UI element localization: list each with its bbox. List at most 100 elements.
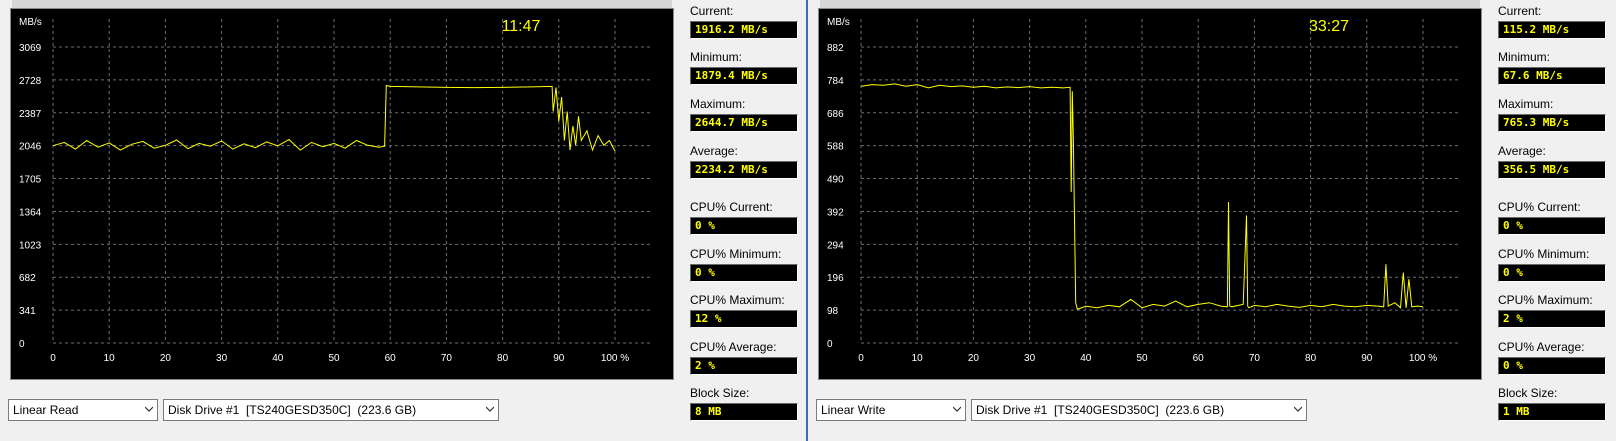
x-tick-label: 60 — [1193, 353, 1205, 364]
stat-value: 0 % — [690, 217, 798, 235]
drive-select[interactable]: Disk Drive #1 [TS240GESD350C] (223.6 GB) — [163, 399, 499, 421]
write-graph: 882 784 686 588 490 392 294 196 98 0 0 10 20 30 40 50 60… — [818, 8, 1482, 380]
stat-label: Block Size: — [690, 386, 750, 400]
elapsed-time: 11:47 — [502, 18, 541, 35]
stat-label: Maximum: — [690, 97, 746, 111]
stat-label: Minimum: — [690, 50, 743, 64]
y-tick-label: 294 — [827, 240, 844, 251]
stat-label: Block Size: — [1498, 386, 1558, 400]
drive-value: Disk Drive #1 [TS240GESD350C] (223.6 GB) — [168, 403, 417, 417]
x-tick-label: 80 — [1305, 353, 1317, 364]
x-tick-label: 50 — [328, 353, 340, 364]
y-tick-label: 2046 — [19, 142, 42, 153]
stat-label: Current: — [690, 4, 734, 18]
y-tick-label: 588 — [827, 142, 844, 153]
y-tick-label: 1705 — [19, 175, 42, 186]
x-tick-label: 10 — [912, 353, 924, 364]
test-mode-select[interactable]: Linear Read — [8, 399, 158, 421]
y-tick-label: 682 — [19, 273, 36, 284]
stat-value: 356.5 MB/s — [1498, 161, 1606, 179]
drive-value: Disk Drive #1 [TS240GESD350C] (223.6 GB) — [976, 403, 1225, 417]
chevron-down-icon — [145, 406, 153, 412]
y-tick-label: 490 — [827, 175, 844, 186]
read-panel: 3069 2728 2387 2046 1705 1364 1023 682 341 0 0 10 20… — [0, 0, 808, 441]
y-tick-label: 3069 — [19, 43, 42, 54]
y-tick-label: 1364 — [19, 207, 42, 218]
stat-label: CPU% Average: — [690, 340, 777, 354]
x-tick-label: 70 — [441, 353, 453, 364]
read-graph: 3069 2728 2387 2046 1705 1364 1023 682 341 0 0 10 20… — [10, 8, 674, 380]
stat-label: CPU% Minimum: — [690, 247, 782, 261]
stat-value: 765.3 MB/s — [1498, 114, 1606, 132]
y-tick-label: 196 — [827, 273, 844, 284]
x-tick-label: 30 — [1024, 353, 1036, 364]
x-tick-label: 70 — [1249, 353, 1261, 364]
x-tick-label: 60 — [385, 353, 397, 364]
stat-value: 1916.2 MB/s — [690, 21, 798, 39]
x-tick-label: 10 — [104, 353, 116, 364]
chevron-down-icon — [1294, 406, 1302, 412]
stat-label: Minimum: — [1498, 50, 1551, 64]
y-tick-label: 392 — [827, 207, 844, 218]
y-tick-label: 1023 — [19, 240, 42, 251]
y-tick-label: 341 — [19, 306, 36, 317]
test-mode-select[interactable]: Linear Write — [816, 399, 966, 421]
stat-value: 0 % — [1498, 217, 1606, 235]
stat-label: CPU% Maximum: — [1498, 293, 1593, 307]
x-tick-label: 30 — [216, 353, 228, 364]
stat-label: CPU% Current: — [690, 200, 773, 214]
x-tick-label: 90 — [553, 353, 565, 364]
chevron-down-icon — [953, 406, 961, 412]
stat-value: 1 MB — [1498, 403, 1606, 421]
x-tick-label: 90 — [1361, 353, 1373, 364]
x-tick-label: 100 % — [1409, 353, 1437, 364]
top-strip — [12, 0, 672, 8]
y-tick-label: 784 — [827, 76, 844, 87]
x-tick-label: 40 — [1080, 353, 1092, 364]
stat-label: CPU% Current: — [1498, 200, 1581, 214]
y-tick-label: 2728 — [19, 76, 42, 87]
y-tick-label: 98 — [827, 306, 839, 317]
x-tick-label: 20 — [968, 353, 980, 364]
stat-value: 2 % — [1498, 310, 1606, 328]
x-tick-label: 50 — [1136, 353, 1148, 364]
test-mode-value: Linear Read — [13, 403, 79, 417]
write-panel: 882 784 686 588 490 392 294 196 98 0 0 10 20 30 40 50 60… — [808, 0, 1616, 441]
read-throughput-chart: 3069 2728 2387 2046 1705 1364 1023 682 341 0 0 10 20… — [19, 17, 653, 364]
stat-value: 0 % — [1498, 264, 1606, 282]
x-tick-label: 40 — [272, 353, 284, 364]
elapsed-time: 33:27 — [1309, 18, 1349, 35]
stat-label: CPU% Average: — [1498, 340, 1585, 354]
stat-label: Current: — [1498, 4, 1542, 18]
y-tick-label: 0 — [827, 339, 833, 350]
x-tick-label: 0 — [858, 353, 864, 364]
stat-value: 8 MB — [690, 403, 798, 421]
x-tick-label: 20 — [160, 353, 172, 364]
stat-value: 1879.4 MB/s — [690, 67, 798, 85]
stat-value: 12 % — [690, 310, 798, 328]
unit-label: MB/s — [19, 17, 42, 28]
x-tick-label: 100 % — [601, 353, 629, 364]
test-mode-value: Linear Write — [821, 403, 886, 417]
top-strip — [820, 0, 1480, 8]
y-tick-label: 882 — [827, 43, 844, 54]
write-throughput-chart: 882 784 686 588 490 392 294 196 98 0 0 10 20 30 40 50 60… — [827, 17, 1461, 364]
x-tick-label: 0 — [50, 353, 56, 364]
x-tick-label: 80 — [497, 353, 509, 364]
stat-value: 2644.7 MB/s — [690, 114, 798, 132]
stat-label: CPU% Minimum: — [1498, 247, 1590, 261]
stat-value: 2234.2 MB/s — [690, 161, 798, 179]
stat-label: Average: — [1498, 144, 1546, 158]
stat-label: Average: — [690, 144, 738, 158]
stat-value: 0 % — [1498, 357, 1606, 375]
stat-value: 0 % — [690, 264, 798, 282]
y-tick-label: 2387 — [19, 109, 42, 120]
stat-label: CPU% Maximum: — [690, 293, 785, 307]
stat-value: 115.2 MB/s — [1498, 21, 1606, 39]
drive-select[interactable]: Disk Drive #1 [TS240GESD350C] (223.6 GB) — [971, 399, 1307, 421]
y-tick-label: 0 — [19, 339, 25, 350]
stat-value: 67.6 MB/s — [1498, 67, 1606, 85]
stat-value: 2 % — [690, 357, 798, 375]
stat-label: Maximum: — [1498, 97, 1554, 111]
chevron-down-icon — [486, 406, 494, 412]
